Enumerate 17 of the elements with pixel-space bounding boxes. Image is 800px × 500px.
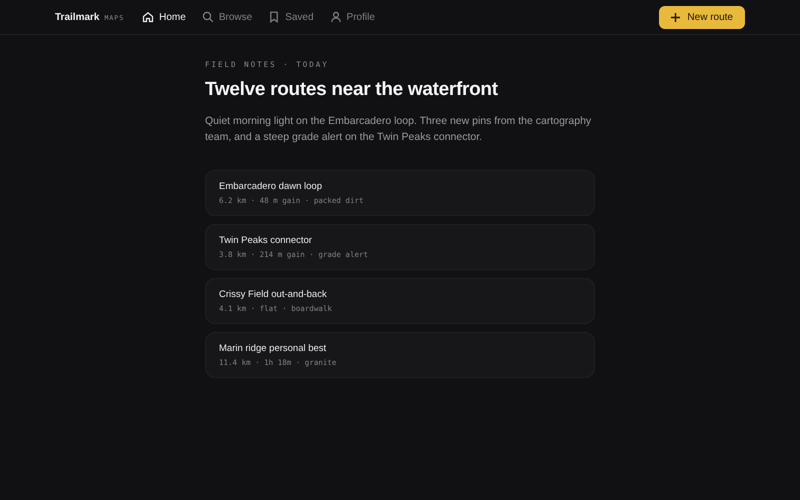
user-icon: [330, 11, 342, 23]
nav-link[interactable]: Browse: [202, 11, 252, 23]
route-name: Crissy Field out-and-back: [219, 289, 328, 300]
home-icon: [142, 11, 154, 23]
new-route-button[interactable]: New route: [659, 6, 745, 28]
plus-icon: [671, 12, 680, 22]
nav-link[interactable]: Saved: [268, 11, 314, 23]
nav-link[interactable]: Home: [142, 11, 186, 23]
route-name: Twin Peaks connector: [219, 235, 313, 246]
intro-paragraph: Quiet morning light on the Embarcadero loop. Three new pins from the cartography team, and a steep grade alert on the Twin Peaks connector.: [205, 114, 592, 145]
brand-name: Trailmark: [55, 12, 100, 22]
bookmark-icon: [268, 11, 280, 23]
page-title: Twelve routes near the waterfront: [205, 79, 499, 101]
route-name: Marin ridge personal best: [219, 343, 328, 354]
search-icon: [202, 11, 214, 23]
nav-link[interactable]: Profile: [330, 11, 375, 23]
route-name: Embarcadero dawn loop: [219, 181, 323, 192]
